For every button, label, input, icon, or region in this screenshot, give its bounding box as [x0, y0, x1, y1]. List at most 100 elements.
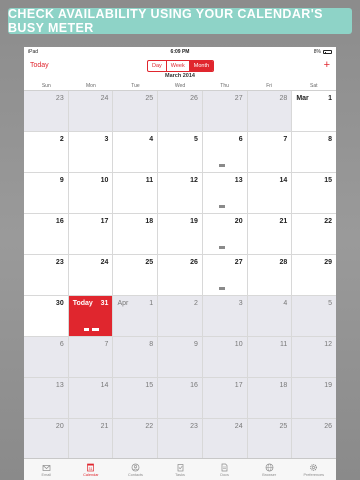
day-cell[interactable]: 4: [247, 296, 293, 336]
day-number: 7: [104, 341, 109, 348]
day-cell[interactable]: Mar 1: [292, 91, 336, 131]
day-number: 16: [55, 218, 64, 225]
day-cell[interactable]: 16: [24, 214, 69, 254]
day-number: 27: [234, 259, 243, 266]
segment-month[interactable]: Month: [189, 61, 214, 71]
day-cell[interactable]: 26: [158, 91, 203, 131]
day-cell[interactable]: 15: [292, 173, 336, 213]
day-cell[interactable]: 2: [158, 296, 203, 336]
day-cell[interactable]: 5: [292, 296, 336, 336]
day-number: 26: [324, 423, 333, 430]
day-cell[interactable]: 25: [113, 255, 159, 295]
busy-meter: [218, 287, 225, 290]
day-number: 26: [190, 259, 198, 266]
tab-docs[interactable]: Docs: [202, 459, 247, 480]
day-cell[interactable]: 17: [68, 214, 114, 254]
day-number: 22: [324, 218, 333, 225]
day-cell[interactable]: 12: [292, 337, 336, 377]
day-cell[interactable]: 23: [24, 255, 69, 295]
day-cell[interactable]: 2: [24, 132, 69, 172]
day-number: 26: [190, 95, 198, 102]
tab-label: Browser: [262, 472, 277, 477]
day-cell[interactable]: 9: [158, 337, 203, 377]
segment-week[interactable]: Week: [167, 61, 190, 71]
day-number: 20: [55, 423, 64, 430]
day-cell[interactable]: 29: [292, 255, 336, 295]
day-cell[interactable]: 10: [68, 173, 114, 213]
day-cell[interactable]: 10: [202, 337, 248, 377]
day-cell[interactable]: 25: [113, 91, 159, 131]
day-number: 28: [279, 259, 288, 266]
day-cell[interactable]: 4: [113, 132, 159, 172]
day-cell[interactable]: 20: [24, 419, 69, 459]
day-cell[interactable]: 20: [202, 214, 248, 254]
tab-preferences[interactable]: Preferences: [291, 459, 336, 480]
tab-calendar[interactable]: 31 Calendar: [69, 459, 114, 480]
day-cell[interactable]: 21: [247, 214, 293, 254]
day-cell[interactable]: 13: [202, 173, 248, 213]
weekday-header: Sun Mon Tue Wed Thu Fri Sat: [24, 81, 336, 91]
day-number: 31: [100, 300, 109, 307]
tab-email[interactable]: Email: [24, 459, 69, 480]
day-cell[interactable]: 16: [158, 378, 203, 418]
day-cell[interactable]: 11: [113, 173, 159, 213]
day-cell[interactable]: 19: [292, 378, 336, 418]
day-cell[interactable]: 12: [158, 173, 203, 213]
day-cell[interactable]: 18: [247, 378, 293, 418]
day-number: 18: [279, 382, 288, 389]
day-cell[interactable]: 19: [158, 214, 203, 254]
day-number: 1: [328, 95, 333, 102]
day-cell[interactable]: 28: [247, 255, 293, 295]
day-cell[interactable]: 3: [68, 132, 114, 172]
day-cell[interactable]: 22: [292, 214, 336, 254]
day-cell[interactable]: 5: [158, 132, 203, 172]
day-cell[interactable]: 23: [158, 419, 203, 459]
day-cell[interactable]: 18: [113, 214, 159, 254]
day-cell[interactable]: 28: [247, 91, 293, 131]
day-cell[interactable]: 24: [68, 255, 114, 295]
day-cell[interactable]: 26: [158, 255, 203, 295]
day-cell[interactable]: 6: [202, 132, 248, 172]
promo-banner: CHECK AVAILABILITY USING YOUR CALENDAR'S…: [8, 7, 352, 35]
day-cell[interactable]: 7: [247, 132, 293, 172]
day-cell[interactable]: 25: [247, 419, 293, 459]
day-cell-today[interactable]: Today 31: [68, 296, 114, 336]
day-cell[interactable]: 22: [113, 419, 159, 459]
day-cell[interactable]: 27: [202, 255, 248, 295]
segment-day[interactable]: Day: [148, 61, 167, 71]
add-event-button[interactable]: +: [324, 59, 330, 71]
day-cell[interactable]: 11: [247, 337, 293, 377]
tab-contacts[interactable]: Contacts: [113, 459, 158, 480]
day-cell[interactable]: 14: [68, 378, 114, 418]
today-button[interactable]: Today: [30, 62, 49, 69]
day-cell[interactable]: 14: [247, 173, 293, 213]
nav-bar: Today Day Week Month +: [24, 57, 336, 73]
day-cell[interactable]: 9: [24, 173, 69, 213]
day-cell[interactable]: 30: [24, 296, 69, 336]
day-number: 15: [145, 382, 154, 389]
day-cell[interactable]: 24: [68, 91, 114, 131]
day-number: 4: [283, 300, 288, 307]
day-number: 13: [234, 177, 243, 184]
day-number: 8: [149, 341, 154, 348]
weekday-label: Mon: [86, 83, 96, 89]
day-cell[interactable]: 13: [24, 378, 69, 418]
day-cell[interactable]: 26: [292, 419, 336, 459]
day-number: 2: [59, 136, 64, 143]
day-cell[interactable]: 7: [68, 337, 114, 377]
day-cell[interactable]: 24: [202, 419, 248, 459]
busy-meter: [218, 246, 225, 249]
day-cell[interactable]: Apr 1: [113, 296, 159, 336]
day-cell[interactable]: 8: [113, 337, 159, 377]
day-cell[interactable]: 27: [202, 91, 248, 131]
day-cell[interactable]: 8: [292, 132, 336, 172]
tab-tasks[interactable]: Tasks: [158, 459, 203, 480]
day-cell[interactable]: 17: [202, 378, 248, 418]
day-number: 17: [234, 382, 243, 389]
day-cell[interactable]: 23: [24, 91, 69, 131]
day-cell[interactable]: 15: [113, 378, 159, 418]
day-cell[interactable]: 6: [24, 337, 69, 377]
tab-browser[interactable]: Browser: [247, 459, 292, 480]
day-cell[interactable]: 21: [68, 419, 114, 459]
day-cell[interactable]: 3: [202, 296, 248, 336]
